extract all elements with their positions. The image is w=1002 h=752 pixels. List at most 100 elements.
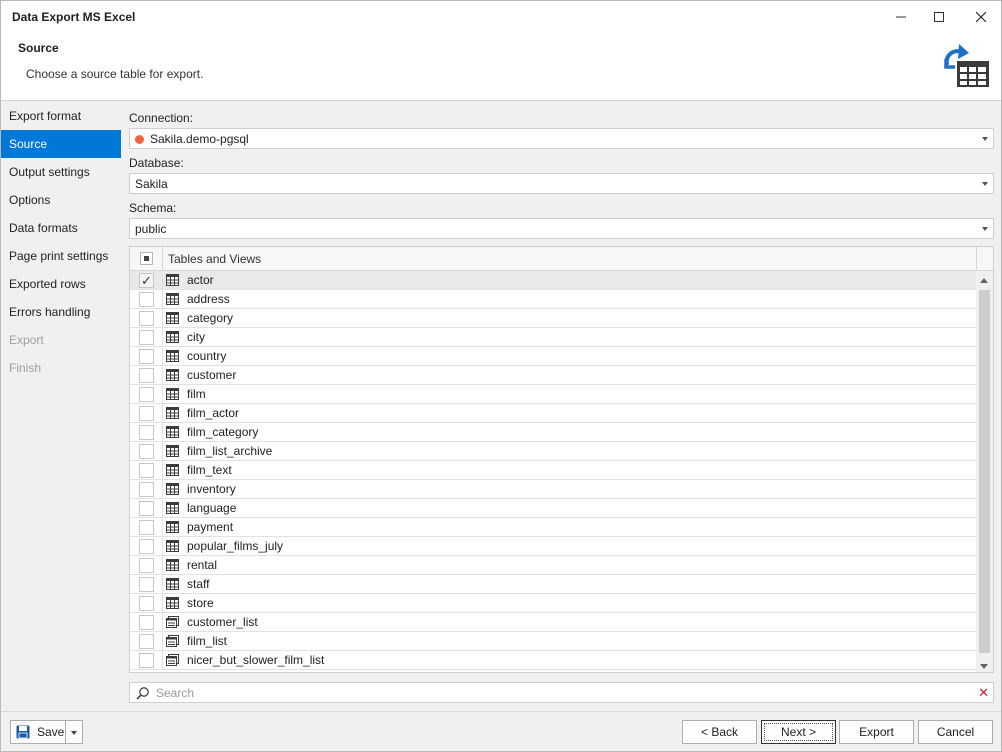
table-row[interactable]: inventory bbox=[130, 480, 976, 499]
row-checkbox-cell[interactable] bbox=[130, 651, 163, 669]
table-row[interactable]: store bbox=[130, 594, 976, 613]
table-row[interactable]: city bbox=[130, 328, 976, 347]
row-checkbox[interactable] bbox=[139, 444, 154, 459]
row-checkbox-cell[interactable] bbox=[130, 309, 163, 327]
table-row[interactable]: film_list_archive bbox=[130, 442, 976, 461]
table-row[interactable]: film_list bbox=[130, 632, 976, 651]
maximize-button[interactable] bbox=[919, 1, 959, 33]
row-checkbox-cell[interactable] bbox=[130, 423, 163, 441]
table-row[interactable]: film bbox=[130, 385, 976, 404]
chevron-down-icon[interactable] bbox=[982, 182, 988, 186]
row-checkbox-cell[interactable] bbox=[130, 328, 163, 346]
row-checkbox[interactable] bbox=[139, 311, 154, 326]
row-checkbox-cell[interactable] bbox=[130, 537, 163, 555]
scroll-thumb[interactable] bbox=[979, 290, 990, 653]
row-checkbox-cell[interactable] bbox=[130, 366, 163, 384]
minimize-button[interactable] bbox=[881, 1, 921, 33]
table-row[interactable]: customer bbox=[130, 366, 976, 385]
scroll-up-icon[interactable] bbox=[980, 278, 988, 283]
chevron-down-icon[interactable] bbox=[982, 137, 988, 141]
row-checkbox-cell[interactable] bbox=[130, 613, 163, 631]
table-row[interactable]: category bbox=[130, 309, 976, 328]
row-checkbox-cell[interactable] bbox=[130, 404, 163, 422]
cancel-button[interactable]: Cancel bbox=[918, 720, 993, 744]
table-name: store bbox=[187, 596, 214, 610]
row-checkbox-cell[interactable] bbox=[130, 290, 163, 308]
table-row[interactable]: film_text bbox=[130, 461, 976, 480]
row-checkbox[interactable] bbox=[139, 482, 154, 497]
row-checkbox[interactable] bbox=[139, 406, 154, 421]
row-checkbox[interactable] bbox=[139, 634, 154, 649]
column-header-tables-and-views[interactable]: Tables and Views bbox=[168, 252, 261, 266]
row-checkbox[interactable] bbox=[139, 501, 154, 516]
row-checkbox[interactable] bbox=[139, 577, 154, 592]
nav-source[interactable]: Source bbox=[1, 130, 121, 158]
row-checkbox-cell[interactable] bbox=[130, 575, 163, 593]
row-checkbox[interactable] bbox=[139, 463, 154, 478]
table-row[interactable]: address bbox=[130, 290, 976, 309]
nav-errors-handling[interactable]: Errors handling bbox=[1, 298, 121, 326]
chevron-down-icon[interactable] bbox=[982, 227, 988, 231]
row-checkbox-cell[interactable] bbox=[130, 632, 163, 650]
row-checkbox-cell[interactable] bbox=[130, 480, 163, 498]
save-button[interactable]: Save bbox=[10, 720, 66, 744]
save-dropdown-button[interactable] bbox=[65, 720, 83, 744]
table-icon bbox=[166, 521, 179, 533]
row-checkbox-cell[interactable] bbox=[130, 556, 163, 574]
row-checkbox[interactable] bbox=[139, 653, 154, 668]
row-checkbox[interactable] bbox=[139, 387, 154, 402]
nav-data-formats[interactable]: Data formats bbox=[1, 214, 121, 242]
nav-page-print-settings[interactable]: Page print settings bbox=[1, 242, 121, 270]
close-button[interactable] bbox=[961, 1, 1001, 33]
row-checkbox[interactable]: ✓ bbox=[139, 273, 154, 288]
row-checkbox[interactable] bbox=[139, 520, 154, 535]
row-checkbox-cell[interactable] bbox=[130, 461, 163, 479]
select-all-checkbox[interactable] bbox=[130, 247, 163, 271]
table-row[interactable]: film_category bbox=[130, 423, 976, 442]
select-all-box[interactable] bbox=[140, 252, 153, 265]
search-box[interactable]: ✕ bbox=[129, 682, 994, 703]
row-checkbox-cell[interactable] bbox=[130, 442, 163, 460]
row-checkbox-cell[interactable] bbox=[130, 594, 163, 612]
table-row[interactable]: rental bbox=[130, 556, 976, 575]
table-row[interactable]: customer_list bbox=[130, 613, 976, 632]
row-checkbox[interactable] bbox=[139, 558, 154, 573]
table-row[interactable]: payment bbox=[130, 518, 976, 537]
row-checkbox[interactable] bbox=[139, 596, 154, 611]
schema-combo[interactable]: public bbox=[129, 218, 994, 239]
row-checkbox[interactable] bbox=[139, 368, 154, 383]
row-checkbox-cell[interactable] bbox=[130, 347, 163, 365]
clear-icon[interactable]: ✕ bbox=[978, 685, 989, 701]
table-row[interactable]: staff bbox=[130, 575, 976, 594]
vertical-scrollbar[interactable] bbox=[976, 271, 993, 672]
nav-export-format[interactable]: Export format bbox=[1, 102, 121, 130]
table-row[interactable]: country bbox=[130, 347, 976, 366]
table-icon bbox=[166, 350, 179, 362]
scroll-down-icon[interactable] bbox=[980, 664, 988, 669]
row-checkbox[interactable] bbox=[139, 615, 154, 630]
nav-exported-rows[interactable]: Exported rows bbox=[1, 270, 121, 298]
table-icon bbox=[166, 540, 179, 552]
table-row[interactable]: nicer_but_slower_film_list bbox=[130, 651, 976, 670]
row-checkbox-cell[interactable]: ✓ bbox=[130, 271, 163, 289]
nav-output-settings[interactable]: Output settings bbox=[1, 158, 121, 186]
row-checkbox[interactable] bbox=[139, 425, 154, 440]
row-checkbox[interactable] bbox=[139, 349, 154, 364]
next-button[interactable]: Next > bbox=[761, 720, 836, 744]
row-checkbox-cell[interactable] bbox=[130, 385, 163, 403]
back-button[interactable]: < Back bbox=[682, 720, 757, 744]
table-row[interactable]: ✓ actor bbox=[130, 271, 976, 290]
row-checkbox-cell[interactable] bbox=[130, 518, 163, 536]
database-combo[interactable]: Sakila bbox=[129, 173, 994, 194]
table-row[interactable]: film_actor bbox=[130, 404, 976, 423]
table-row[interactable]: language bbox=[130, 499, 976, 518]
nav-options[interactable]: Options bbox=[1, 186, 121, 214]
search-input[interactable] bbox=[154, 684, 974, 701]
row-checkbox[interactable] bbox=[139, 292, 154, 307]
connection-combo[interactable]: Sakila.demo-pgsql bbox=[129, 128, 994, 149]
row-checkbox-cell[interactable] bbox=[130, 499, 163, 517]
row-checkbox[interactable] bbox=[139, 539, 154, 554]
row-checkbox[interactable] bbox=[139, 330, 154, 345]
table-row[interactable]: popular_films_july bbox=[130, 537, 976, 556]
export-button[interactable]: Export bbox=[839, 720, 914, 744]
